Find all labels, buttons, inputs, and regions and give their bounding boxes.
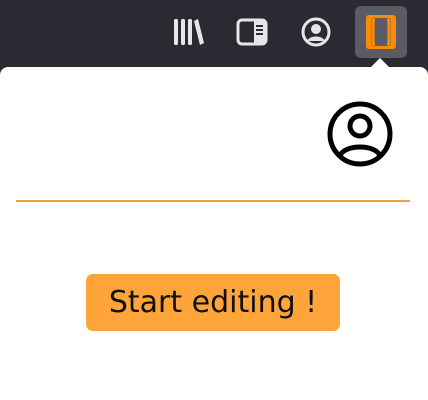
account-circle-icon	[326, 100, 394, 168]
account-icon	[301, 17, 331, 47]
sidebar-button[interactable]	[226, 6, 278, 58]
extension-button[interactable]	[355, 6, 407, 58]
library-button[interactable]	[163, 6, 215, 58]
extension-icon	[365, 13, 397, 51]
library-icon	[173, 17, 205, 47]
account-button[interactable]	[290, 6, 342, 58]
sidebar-icon	[236, 17, 268, 47]
divider	[16, 200, 410, 202]
browser-toolbar	[0, 0, 428, 66]
start-editing-button[interactable]: Start editing !	[86, 274, 340, 331]
